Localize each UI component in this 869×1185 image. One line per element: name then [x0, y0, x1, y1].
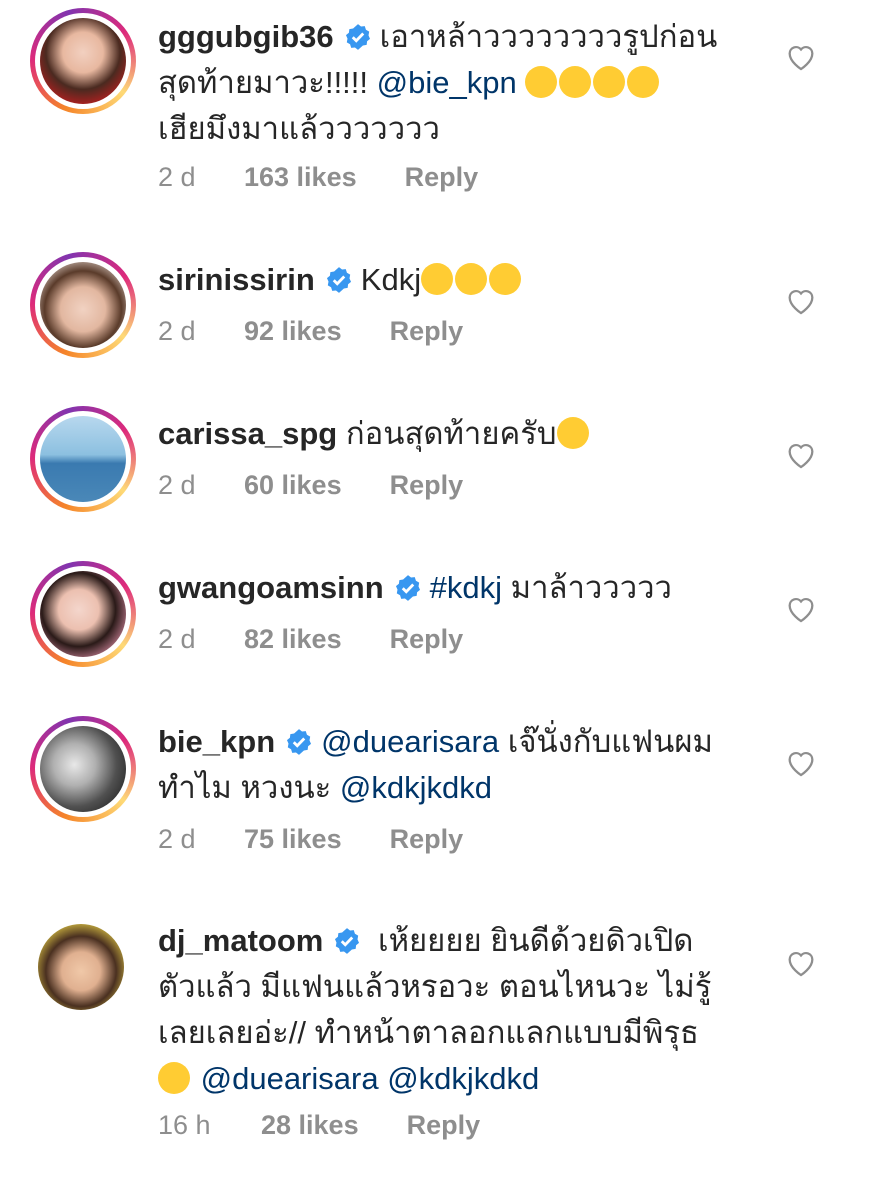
avatar-ring[interactable]	[30, 716, 136, 822]
username[interactable]: dj_matoom	[158, 923, 323, 958]
avatar	[38, 924, 124, 1010]
heart-icon[interactable]	[784, 284, 818, 318]
likes-count[interactable]: 82 likes	[244, 624, 342, 655]
timestamp: 2 d	[158, 162, 196, 192]
mention-link[interactable]: @duearisara	[201, 1061, 379, 1096]
reply-button[interactable]: Reply	[390, 470, 464, 501]
verified-badge-icon	[395, 575, 420, 601]
avatar-ring[interactable]	[30, 916, 136, 1022]
timestamp: 2 d	[158, 824, 196, 854]
laughing-emoji-icon	[559, 66, 592, 98]
hashtag-link[interactable]: #kdkj	[430, 570, 502, 605]
username[interactable]: carissa_spg	[158, 416, 337, 451]
avatar	[40, 416, 126, 502]
username[interactable]: bie_kpn	[158, 724, 275, 759]
heart-icon[interactable]	[784, 438, 818, 472]
comment-text: carissa_spg ก่อนสุดท้ายครับ	[158, 411, 758, 457]
heart-icon[interactable]	[784, 746, 818, 780]
comment-meta: 16 h 28 likes Reply	[158, 1110, 480, 1141]
flushed-emoji-icon	[421, 263, 454, 295]
likes-count[interactable]: 163 likes	[244, 162, 357, 193]
comment-meta: 2 d 60 likes Reply	[158, 470, 463, 501]
verified-badge-icon	[287, 729, 312, 755]
laughing-emoji-icon	[593, 66, 626, 98]
avatar	[40, 571, 126, 657]
timestamp: 16 h	[158, 1110, 211, 1140]
comment-meta: 2 d 163 likes Reply	[158, 162, 478, 193]
reply-button[interactable]: Reply	[390, 824, 464, 855]
flushed-emoji-icon	[455, 263, 488, 295]
laughing-emoji-icon	[627, 66, 660, 98]
verified-badge-icon	[345, 24, 370, 50]
mention-link[interactable]: @kdkjkdkd	[387, 1061, 539, 1096]
comment-text: gwangoamsinn #kdkj มาล้าววววว	[158, 570, 672, 605]
comment-meta: 2 d 82 likes Reply	[158, 624, 463, 655]
likes-count[interactable]: 60 likes	[244, 470, 342, 501]
comment-meta: 2 d 75 likes Reply	[158, 824, 463, 855]
laughing-emoji-icon	[525, 66, 558, 98]
comment-text: dj_matoom เห้ยยยย ยินดีด้วยดิวเปิด ตัวแล…	[158, 923, 712, 1096]
likes-count[interactable]: 75 likes	[244, 824, 342, 855]
timestamp: 2 d	[158, 470, 196, 500]
username[interactable]: gggubgib36	[158, 19, 334, 54]
mention-link[interactable]: @duearisara	[321, 724, 499, 759]
mention-link[interactable]: @kdkjkdkd	[340, 770, 492, 805]
thinking-emoji-icon	[158, 1062, 190, 1094]
reply-button[interactable]: Reply	[390, 624, 464, 655]
likes-count[interactable]: 28 likes	[261, 1110, 359, 1141]
avatar	[40, 262, 126, 348]
comment-text: gggubgib36 เอาหล้าววววววววรูปก่อน สุดท้าย…	[158, 19, 718, 146]
verified-badge-icon	[326, 267, 351, 293]
reply-button[interactable]: Reply	[407, 1110, 481, 1141]
avatar-ring[interactable]	[30, 252, 136, 358]
reply-button[interactable]: Reply	[405, 162, 479, 193]
flushed-emoji-icon	[489, 263, 522, 295]
heart-icon[interactable]	[784, 40, 818, 74]
mention-link[interactable]: @bie_kpn	[377, 65, 517, 100]
heart-icon[interactable]	[784, 592, 818, 626]
avatar-ring[interactable]	[30, 406, 136, 512]
username[interactable]: gwangoamsinn	[158, 570, 384, 605]
username[interactable]: sirinissirin	[158, 262, 315, 297]
comment-text: bie_kpn @duearisara เจ๊นั่งกับแฟนผม ทำไม …	[158, 724, 713, 805]
heart-icon[interactable]	[784, 946, 818, 980]
timestamp: 2 d	[158, 624, 196, 654]
avatar	[40, 726, 126, 812]
timestamp: 2 d	[158, 316, 196, 346]
verified-badge-icon	[335, 928, 360, 954]
avatar-ring[interactable]	[30, 8, 136, 114]
reply-button[interactable]: Reply	[390, 316, 464, 347]
heart-eyes-emoji-icon	[556, 417, 589, 449]
likes-count[interactable]: 92 likes	[244, 316, 342, 347]
comment-meta: 2 d 92 likes Reply	[158, 316, 463, 347]
comment-text: sirinissirin Kdkj	[158, 257, 758, 303]
avatar-ring[interactable]	[30, 561, 136, 667]
avatar	[40, 18, 126, 104]
